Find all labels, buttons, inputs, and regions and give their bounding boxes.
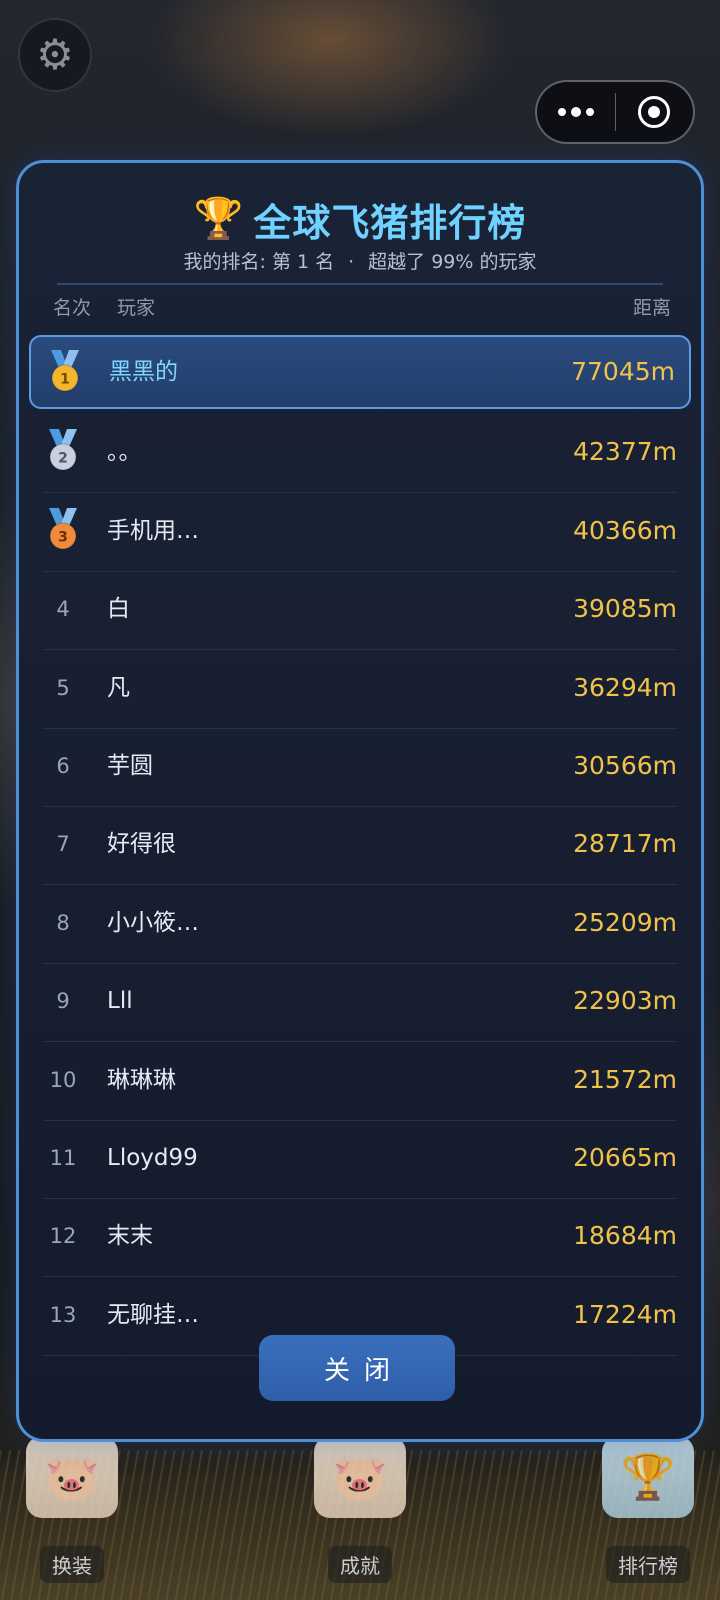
player-distance: 22903m [573,986,677,1016]
column-player: 玩家 [117,297,156,319]
leaderboard-modal: 🏆 全球飞猪排行榜 我的排名: 第 1 名 · 超越了 99% 的玩家 名次 玩家 … [16,160,704,1442]
bottom-item-achievements[interactable]: 🐷 成就 [314,1436,406,1583]
player-name: 好得很 [107,831,176,858]
player-distance: 40366m [573,515,677,545]
more-button[interactable] [537,82,615,142]
pig-wardrobe-icon: 🐷 [26,1436,118,1518]
table-row-current-user[interactable]: 1 黑黑的 77045m [29,335,691,409]
player-distance: 77045m [571,357,675,386]
player-distance: 18684m [573,1221,677,1251]
player-distance: 36294m [573,672,677,702]
player-name: Lloyd99 [107,1145,198,1171]
gear-icon: ⚙ [36,30,74,79]
bottom-item-dressup[interactable]: 🐷 换装 [26,1436,118,1583]
table-row[interactable]: 4 白 39085m [43,570,677,651]
miniprogram-capsule [535,80,695,144]
player-distance: 42377m [573,437,677,467]
player-name: 无聊挂… [107,1301,199,1328]
rank-number: 13 [49,1302,77,1327]
exit-button[interactable] [616,82,694,142]
bottom-label-leaderboard: 排行榜 [606,1546,690,1583]
table-row[interactable]: 2 。。 42377m [43,413,677,494]
svg-text:1: 1 [60,372,70,388]
more-dots-icon [557,108,566,116]
player-name: 黑黑的 [109,359,178,385]
table-row[interactable]: 9 Lll 22903m [43,962,677,1043]
player-name: 芋圆 [107,753,153,779]
summary-separator: · [348,251,355,273]
player-name: 琳琳琳 [107,1066,176,1093]
rank-number: 6 [56,754,70,778]
rank-number: 8 [56,910,70,935]
header-divider [57,283,663,285]
modal-title-row: 🏆 全球飞猪排行榜 [19,191,701,247]
table-row[interactable]: 7 好得很 28717m [43,805,677,886]
player-name: 白 [107,596,130,623]
table-row[interactable]: 10 琳琳琳 21572m [43,1041,677,1121]
table-row[interactable]: 8 小小筱… 25209m [43,884,677,964]
rank-number: 4 [56,597,70,622]
my-rank-summary: 我的排名: 第 1 名 · 超越了 99% 的玩家 [19,247,701,274]
bottom-label-dressup: 换装 [40,1546,104,1583]
table-row[interactable]: 12 末末 18684m [43,1197,677,1278]
beaten-text: 超越了 99% 的玩家 [368,251,537,273]
player-name: 末末 [107,1223,153,1250]
table-row[interactable]: 6 芋圆 30566m [43,727,677,807]
close-button[interactable]: 关闭 [259,1335,455,1401]
player-distance: 30566m [573,751,677,780]
column-distance: 距离 [632,297,671,319]
player-name: 。。 [107,439,142,466]
table-row[interactable]: 11 Lloyd99 20665m [43,1119,677,1199]
settings-button[interactable]: ⚙ [18,18,92,92]
rank-number: 9 [56,989,70,1014]
player-name: 手机用… [107,517,199,544]
gold-cup-icon: 🏆 [602,1436,694,1518]
rank-number: 12 [49,1224,77,1249]
table-row[interactable]: 3 手机用… 40366m [43,492,677,572]
svg-text:2: 2 [58,451,68,467]
modal-title: 全球飞猪排行榜 [253,200,527,245]
player-distance: 17224m [573,1299,677,1329]
bottom-item-leaderboard[interactable]: 🏆 排行榜 [602,1436,694,1583]
column-rank: 名次 [53,297,92,319]
player-name: 小小筱… [107,909,199,936]
table-row[interactable]: 5 凡 36294m [43,649,677,729]
rank-number: 5 [56,675,70,700]
player-distance: 28717m [573,829,677,859]
player-distance: 20665m [573,1143,677,1172]
rank-number: 10 [49,1067,77,1092]
rank-number: 7 [56,832,70,857]
player-distance: 39085m [573,594,677,624]
table-header: 名次 玩家 距离 [19,293,701,323]
silver-medal-icon: 2 [43,429,83,473]
player-distance: 21572m [573,1064,677,1094]
bronze-medal-icon: 3 [43,507,83,552]
player-name: 凡 [107,674,130,701]
rank-number: 11 [49,1146,77,1170]
my-rank-text: 我的排名: 第 1 名 [183,251,335,273]
player-distance: 25209m [573,907,677,937]
bottom-label-achievements: 成就 [328,1546,392,1583]
player-name: Lll [107,988,133,1015]
svg-text:3: 3 [58,529,68,545]
pig-trophies-icon: 🐷 [314,1436,406,1518]
target-circle-icon [638,96,671,128]
gold-medal-icon: 1 [45,350,85,394]
trophy-icon: 🏆 [193,196,244,242]
